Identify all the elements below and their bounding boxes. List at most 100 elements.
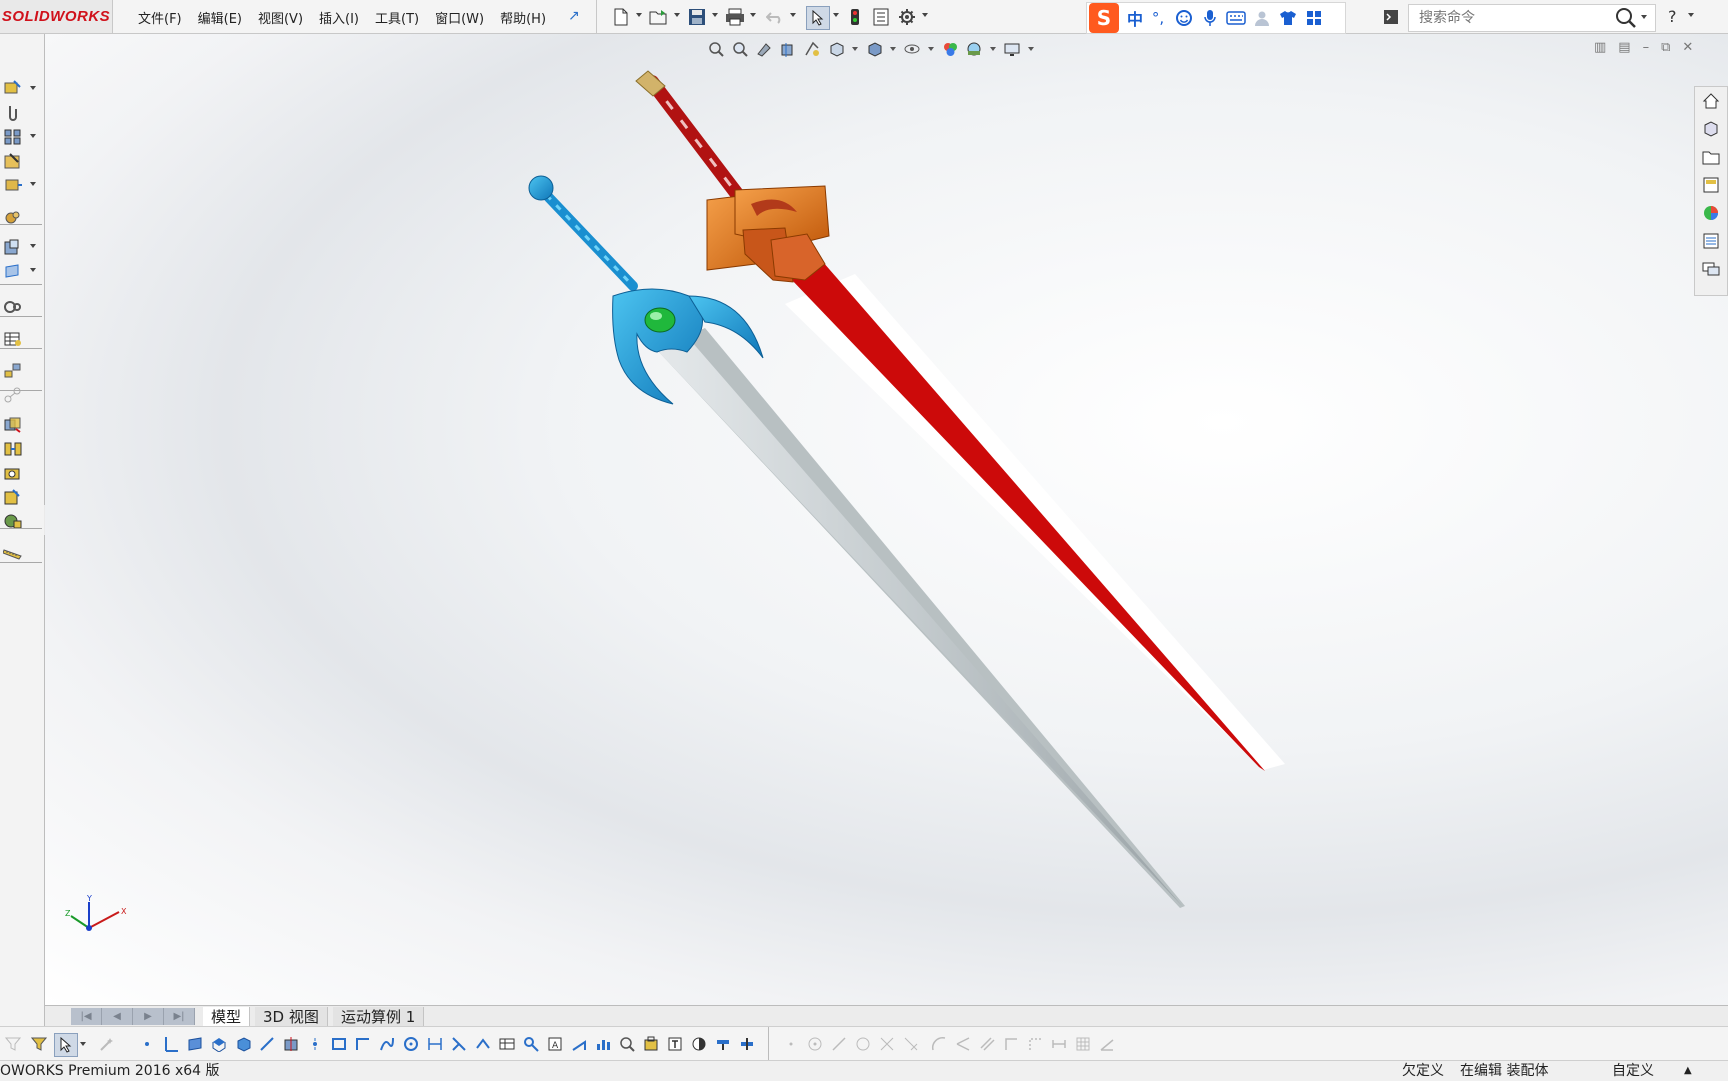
undo-icon[interactable] bbox=[764, 6, 786, 28]
save-dropdown-icon[interactable] bbox=[712, 13, 718, 17]
toolbox-icon[interactable] bbox=[640, 1033, 662, 1055]
custom-properties-icon[interactable] bbox=[1699, 229, 1723, 253]
view-orientation-icon[interactable] bbox=[826, 39, 846, 59]
zoom-to-fit-icon[interactable] bbox=[706, 39, 726, 59]
centerpoint-icon[interactable] bbox=[304, 1033, 326, 1055]
extrude-icon[interactable] bbox=[208, 1033, 230, 1055]
bar-chart-icon[interactable] bbox=[592, 1033, 614, 1055]
tangent-faded-icon[interactable] bbox=[952, 1033, 974, 1055]
file-explorer-icon[interactable] bbox=[1699, 145, 1723, 169]
edit-appearance-icon[interactable] bbox=[940, 39, 960, 59]
assembly-features-dropdown-icon[interactable] bbox=[30, 244, 36, 248]
spline-icon[interactable] bbox=[376, 1033, 398, 1055]
parallel-faded-icon[interactable] bbox=[976, 1033, 998, 1055]
menu-view[interactable]: 视图(V) bbox=[250, 6, 311, 28]
revolve-box-icon[interactable] bbox=[232, 1033, 254, 1055]
previous-tab-icon[interactable]: ◀ bbox=[102, 1008, 133, 1025]
plane-icon[interactable] bbox=[184, 1033, 206, 1055]
appearances-scenes-icon[interactable] bbox=[1699, 201, 1723, 225]
axis-icon[interactable] bbox=[160, 1033, 182, 1055]
point-faded-icon[interactable] bbox=[780, 1033, 802, 1055]
bill-of-materials-icon[interactable] bbox=[0, 328, 26, 350]
grid-faded-icon[interactable] bbox=[1072, 1033, 1094, 1055]
print-dropdown-icon[interactable] bbox=[750, 13, 756, 17]
emoji-icon[interactable] bbox=[1173, 7, 1195, 29]
zoom-to-area-icon[interactable] bbox=[730, 39, 750, 59]
options-dropdown-icon[interactable] bbox=[922, 13, 928, 17]
interference-detection-icon[interactable] bbox=[0, 414, 26, 436]
new-motion-study-icon[interactable] bbox=[0, 296, 26, 318]
tile-right-icon[interactable]: ▤ bbox=[1618, 40, 1630, 55]
edit-component-icon[interactable] bbox=[0, 76, 26, 98]
solidworks-forum-icon[interactable] bbox=[1699, 257, 1723, 281]
new-dropdown-icon[interactable] bbox=[636, 13, 642, 17]
search-commands-input[interactable] bbox=[1417, 9, 1591, 27]
rebuild-traffic-light-icon[interactable] bbox=[844, 6, 866, 28]
insert-component-icon[interactable] bbox=[736, 1033, 758, 1055]
text-annotation-icon[interactable] bbox=[664, 1033, 686, 1055]
soft-keyboard-icon[interactable] bbox=[1225, 7, 1247, 29]
skin-shirt-icon[interactable] bbox=[1277, 7, 1299, 29]
arc-faded-icon[interactable] bbox=[928, 1033, 950, 1055]
minimize-icon[interactable]: – bbox=[1643, 40, 1650, 55]
sketch-line-angle-icon[interactable] bbox=[568, 1033, 590, 1055]
mate-reference-icon[interactable] bbox=[712, 1033, 734, 1055]
ellipse-faded-icon[interactable] bbox=[852, 1033, 874, 1055]
hide-show-dropdown-icon[interactable] bbox=[928, 47, 934, 51]
trim-icon[interactable] bbox=[448, 1033, 470, 1055]
restore-icon[interactable]: ⧉ bbox=[1661, 40, 1670, 55]
first-tab-icon[interactable]: |◀ bbox=[71, 1008, 102, 1025]
linear-pattern-icon[interactable] bbox=[0, 126, 26, 148]
options-gear-icon[interactable] bbox=[896, 6, 918, 28]
menu-edit[interactable]: 编辑(E) bbox=[190, 6, 250, 28]
select-dropdown-icon[interactable] bbox=[833, 13, 839, 17]
selection-filter-icon[interactable] bbox=[28, 1033, 50, 1055]
magic-select-faded-icon[interactable] bbox=[96, 1033, 118, 1055]
close-icon[interactable]: ✕ bbox=[1682, 40, 1693, 55]
dashed-corner-faded-icon[interactable] bbox=[1024, 1033, 1046, 1055]
menu-window[interactable]: 窗口(W) bbox=[427, 6, 492, 28]
section-view-icon[interactable] bbox=[778, 39, 798, 59]
view-settings-dropdown-icon[interactable] bbox=[1028, 47, 1034, 51]
offset-icon[interactable] bbox=[472, 1033, 494, 1055]
assembly-features-icon[interactable] bbox=[0, 236, 26, 258]
ime-mode-toggle[interactable]: 中 bbox=[1127, 6, 1143, 30]
dynamic-annotation-icon[interactable] bbox=[802, 39, 822, 59]
apply-scene-dropdown-icon[interactable] bbox=[990, 47, 996, 51]
tab-3d-view[interactable]: 3D 视图 bbox=[255, 1007, 328, 1027]
tab-motion-study-1[interactable]: 运动算例 1 bbox=[333, 1007, 425, 1027]
clearance-verification-icon[interactable] bbox=[0, 438, 26, 460]
user-account-icon[interactable] bbox=[1251, 7, 1273, 29]
help-dropdown-icon[interactable] bbox=[1688, 13, 1694, 17]
custom-units-button[interactable]: 自定义 bbox=[1612, 1061, 1654, 1081]
graphics-viewport[interactable]: Y X Z bbox=[45, 34, 1728, 1005]
app-logo[interactable]: SOLIDWORKS bbox=[0, 0, 113, 33]
view-palette-icon[interactable] bbox=[1699, 173, 1723, 197]
menu-insert[interactable]: 插入(I) bbox=[311, 6, 367, 28]
render-globe-icon[interactable] bbox=[688, 1033, 710, 1055]
large-assembly-settings-icon[interactable] bbox=[0, 486, 26, 508]
measure-tool-icon[interactable] bbox=[0, 542, 26, 564]
ime-punctuation-toggle[interactable]: °, bbox=[1147, 7, 1169, 29]
split-line-icon[interactable] bbox=[280, 1033, 302, 1055]
move-dropdown-icon[interactable] bbox=[30, 182, 36, 186]
display-style-dropdown-icon[interactable] bbox=[890, 47, 896, 51]
command-prompt-icon[interactable] bbox=[1380, 6, 1402, 28]
pin-menu-icon[interactable]: ↗ bbox=[568, 8, 580, 24]
corner-faded-icon[interactable] bbox=[1000, 1033, 1022, 1055]
select-tool-icon[interactable] bbox=[54, 1033, 78, 1057]
move-component-icon[interactable] bbox=[0, 174, 26, 196]
smart-fasteners-icon[interactable] bbox=[0, 150, 26, 172]
units-dropdown-icon[interactable]: ▲ bbox=[1684, 1061, 1692, 1081]
trim-faded-icon[interactable] bbox=[900, 1033, 922, 1055]
table-icon[interactable] bbox=[496, 1033, 518, 1055]
view-settings-icon[interactable] bbox=[1002, 39, 1022, 59]
angle-faded-icon[interactable] bbox=[1096, 1033, 1118, 1055]
hole-alignment-icon[interactable] bbox=[0, 462, 26, 484]
mirror-faded-icon[interactable] bbox=[876, 1033, 898, 1055]
view-orientation-dropdown-icon[interactable] bbox=[852, 47, 858, 51]
menu-tools[interactable]: 工具(T) bbox=[367, 6, 427, 28]
pattern-dropdown-icon[interactable] bbox=[30, 134, 36, 138]
select-tool-dropdown-icon[interactable] bbox=[80, 1042, 86, 1046]
save-icon[interactable] bbox=[686, 6, 708, 28]
